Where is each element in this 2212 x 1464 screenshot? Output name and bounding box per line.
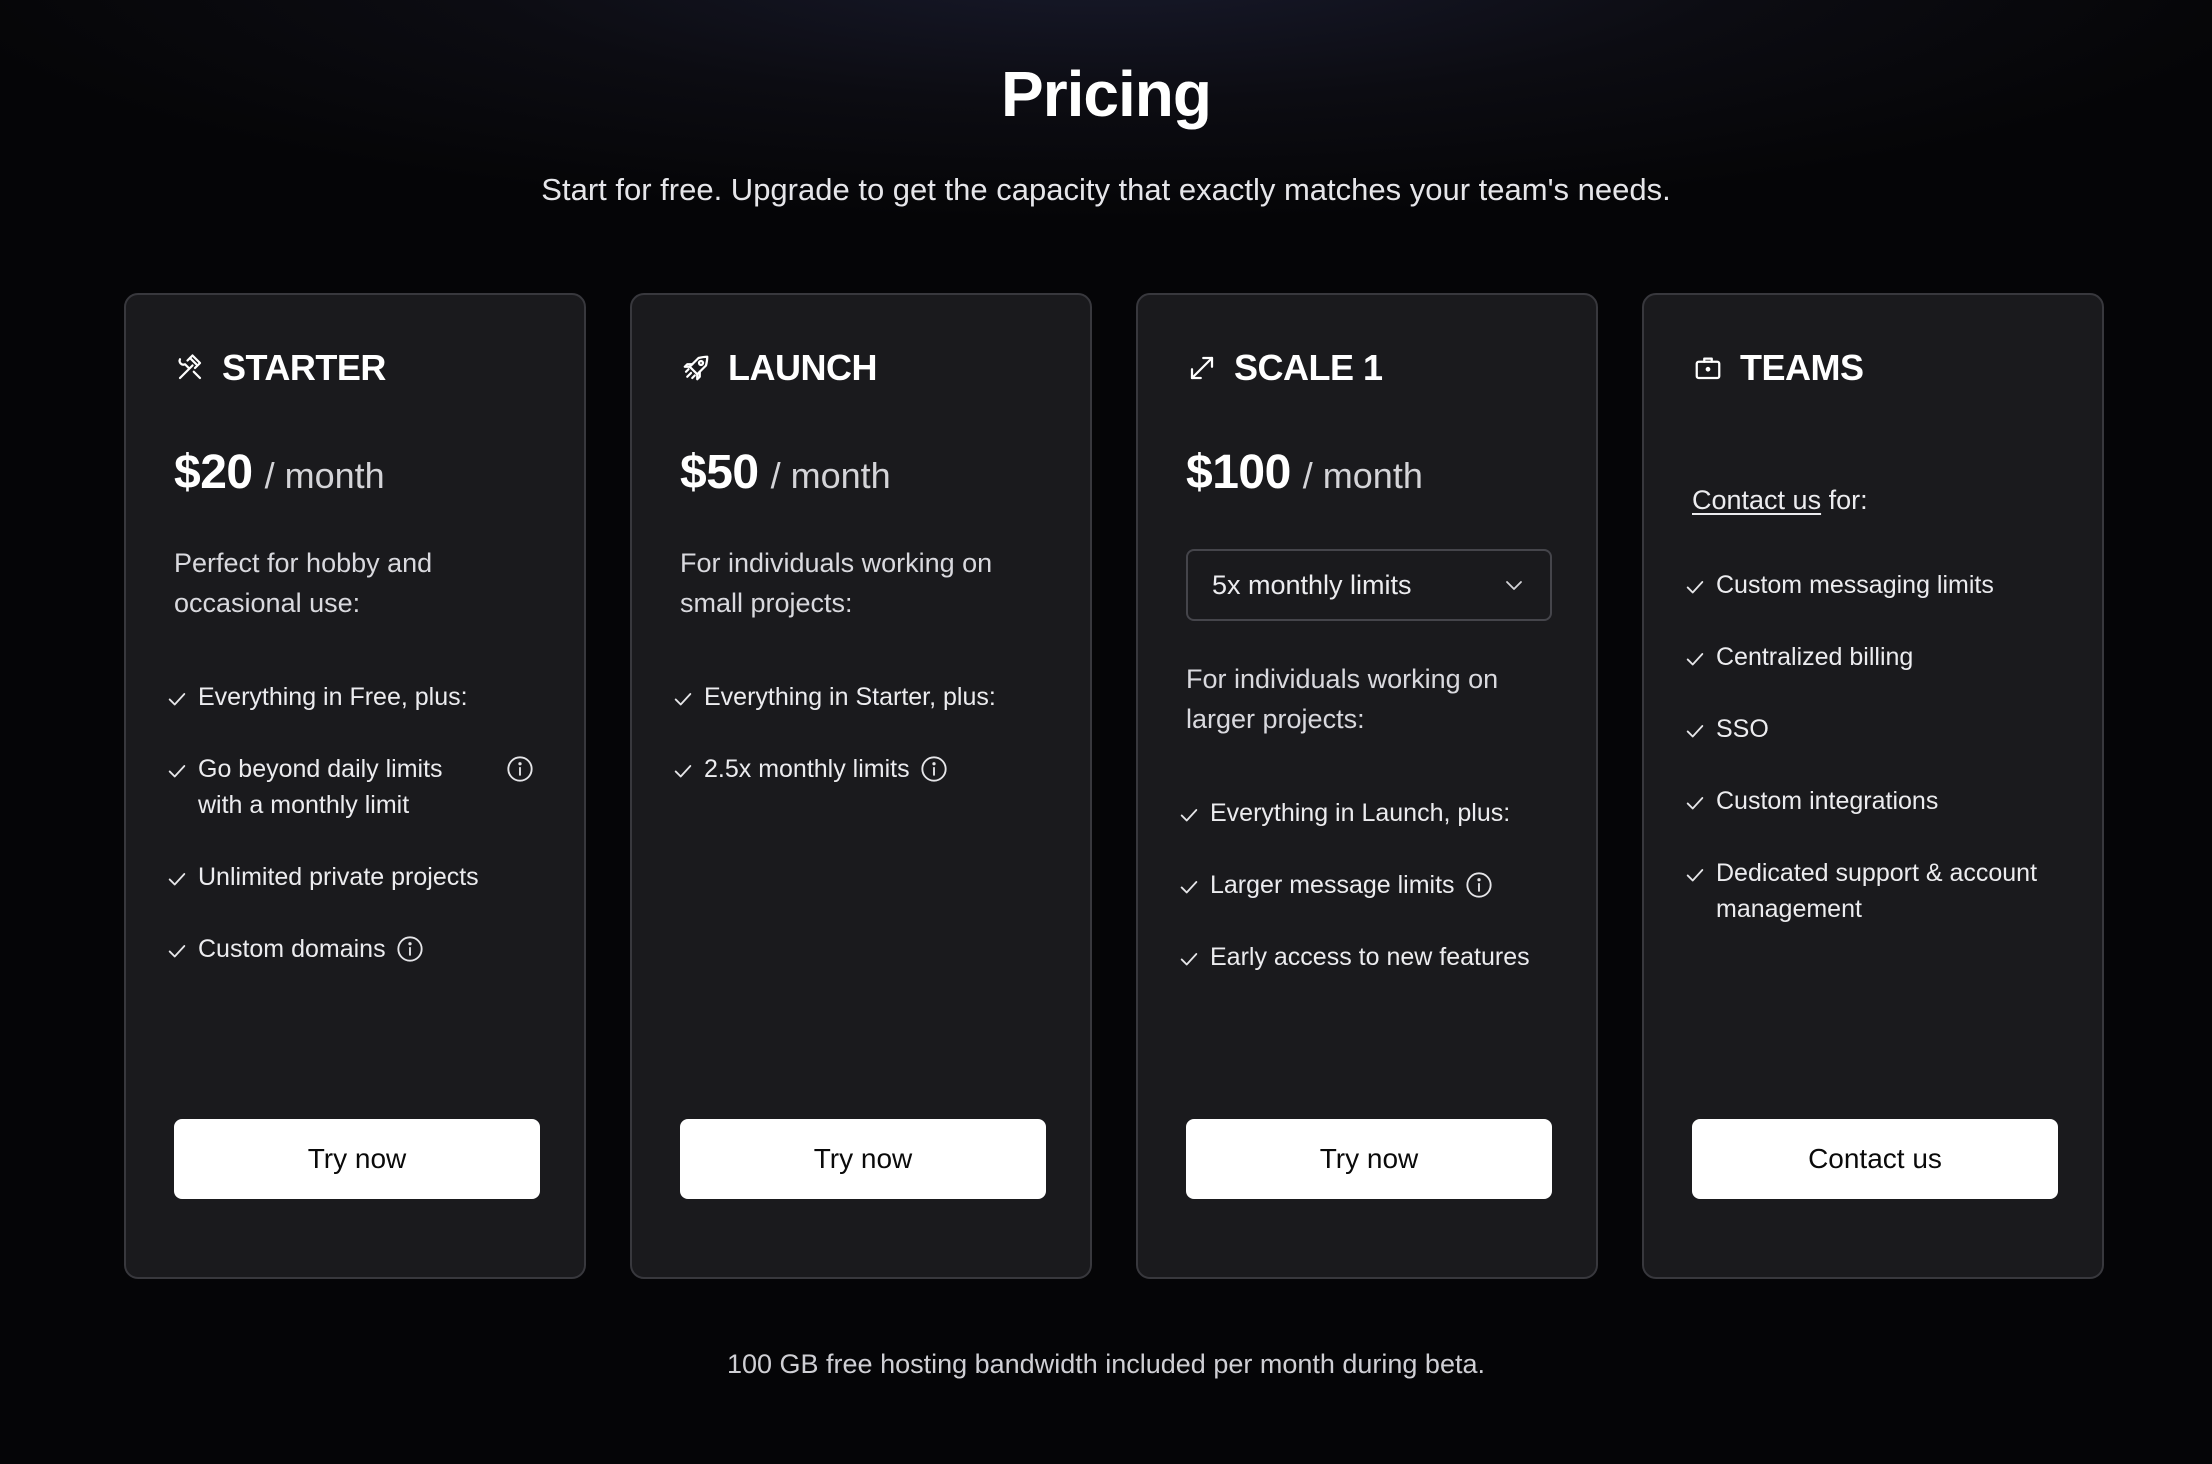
expand-arrows-icon xyxy=(1186,352,1218,384)
price-amount: $50 xyxy=(680,446,759,499)
try-now-button[interactable]: Try now xyxy=(680,1119,1046,1199)
rocket-icon xyxy=(680,352,712,384)
feature-list: Custom messaging limits Centralized bill… xyxy=(1684,567,2084,963)
price-period: / month xyxy=(770,455,891,496)
pricing-cards: STARTER $20 / month Perfect for hobby an… xyxy=(124,293,2108,1281)
feature-text: Dedicated support & account management xyxy=(1716,859,2038,923)
plan-card-starter: STARTER $20 / month Perfect for hobby an… xyxy=(124,293,586,1279)
price: $100 / month xyxy=(1186,445,1423,500)
plan-header: SCALE 1 xyxy=(1186,347,1383,389)
info-icon[interactable] xyxy=(920,755,948,783)
briefcase-icon xyxy=(1692,352,1724,384)
plan-header: STARTER xyxy=(174,347,386,389)
limits-select-value: 5x monthly limits xyxy=(1212,569,1412,600)
feature-text: Everything in Free, plus: xyxy=(198,683,468,711)
check-icon xyxy=(1686,725,1704,738)
plan-description: For individuals working on larger projec… xyxy=(1186,664,1499,734)
check-icon xyxy=(168,693,186,706)
feature-text: Go beyond daily limits with a monthly li… xyxy=(198,755,443,819)
feature-text: 2.5x monthly limits xyxy=(704,755,910,783)
list-item: Custom messaging limits xyxy=(1684,567,2084,603)
plan-description: For individuals working on small project… xyxy=(680,548,993,618)
price-period: / month xyxy=(1302,455,1423,496)
price-amount: $20 xyxy=(174,446,253,499)
try-now-button[interactable]: Try now xyxy=(1186,1119,1552,1199)
footnote: 100 GB free hosting bandwidth included p… xyxy=(726,1349,1485,1379)
list-item: Custom integrations xyxy=(1684,783,2084,819)
feature-text: Everything in Starter, plus: xyxy=(704,683,996,711)
info-icon[interactable] xyxy=(1465,871,1493,899)
page-subtitle: Start for free. Upgrade to get the capac… xyxy=(541,172,1671,207)
plan-header: LAUNCH xyxy=(680,347,877,389)
price-period: / month xyxy=(264,455,385,496)
check-icon xyxy=(1686,797,1704,810)
plan-name: STARTER xyxy=(222,347,386,388)
list-item: Custom domains xyxy=(166,931,566,967)
check-icon xyxy=(1686,653,1704,666)
plan-header: TEAMS xyxy=(1692,347,1864,389)
check-icon xyxy=(1686,869,1704,882)
price-amount: $100 xyxy=(1186,446,1291,499)
list-item: Centralized billing xyxy=(1684,639,2084,675)
check-icon xyxy=(1180,953,1198,966)
feature-list: Everything in Free, plus: Go beyond dail… xyxy=(166,679,566,1003)
check-icon xyxy=(168,873,186,886)
plan-name: SCALE 1 xyxy=(1234,347,1383,388)
list-item: SSO xyxy=(1684,711,2084,747)
hammer-wrench-icon xyxy=(174,352,206,384)
feature-text: Larger message limits xyxy=(1210,871,1455,899)
plan-description: Perfect for hobby and occasional use: xyxy=(174,548,433,618)
feature-text: Early access to new features xyxy=(1210,943,1530,971)
check-icon xyxy=(168,945,186,958)
check-icon xyxy=(1686,581,1704,594)
list-item: Everything in Free, plus: xyxy=(166,679,566,715)
list-item: Larger message limits xyxy=(1178,867,1578,903)
try-now-button[interactable]: Try now xyxy=(174,1119,540,1199)
plan-card-teams: TEAMS Contact us for: Custom messaging l… xyxy=(1642,293,2104,1279)
list-item: Everything in Starter, plus: xyxy=(672,679,1072,715)
plan-name: LAUNCH xyxy=(728,347,877,388)
list-item: 2.5x monthly limits xyxy=(672,751,1072,787)
price: $50 / month xyxy=(680,445,891,500)
info-icon[interactable] xyxy=(396,935,424,963)
check-icon xyxy=(674,693,692,706)
feature-text: Custom integrations xyxy=(1716,787,1939,815)
check-icon xyxy=(168,765,186,778)
feature-text: Everything in Launch, plus: xyxy=(1210,799,1511,827)
feature-text: Custom messaging limits xyxy=(1716,571,1994,599)
contact-suffix: for: xyxy=(1821,485,1868,515)
list-item: Early access to new features xyxy=(1178,939,1578,975)
list-item: Unlimited private projects xyxy=(166,859,566,895)
feature-text: Custom domains xyxy=(198,935,386,963)
feature-text: SSO xyxy=(1716,715,1769,743)
feature-list: Everything in Launch, plus: Larger messa… xyxy=(1178,795,1578,1011)
list-item: Go beyond daily limits with a monthly li… xyxy=(166,751,466,823)
check-icon xyxy=(1180,809,1198,822)
info-icon[interactable] xyxy=(506,755,534,783)
plan-name: TEAMS xyxy=(1740,347,1864,388)
contact-us-link[interactable]: Contact us xyxy=(1692,485,1821,515)
check-icon xyxy=(1180,881,1198,894)
page-title: Pricing xyxy=(1001,58,1212,130)
feature-list: Everything in Starter, plus: 2.5x monthl… xyxy=(672,679,1072,823)
plan-card-launch: LAUNCH $50 / month For individuals worki… xyxy=(630,293,1092,1279)
plan-card-scale: SCALE 1 $100 / month 5x monthly limits F… xyxy=(1136,293,1598,1279)
contact-us-button[interactable]: Contact us xyxy=(1692,1119,2058,1199)
list-item: Everything in Launch, plus: xyxy=(1178,795,1578,831)
feature-text: Centralized billing xyxy=(1716,643,1914,671)
chevron-down-icon xyxy=(1506,581,1522,590)
check-icon xyxy=(674,765,692,778)
list-item: Dedicated support & account management xyxy=(1684,855,2084,927)
price: $20 / month xyxy=(174,445,385,500)
limits-select[interactable]: 5x monthly limits xyxy=(1186,549,1552,621)
contact-line: Contact us for: xyxy=(1692,485,1868,516)
feature-text: Unlimited private projects xyxy=(198,863,479,891)
